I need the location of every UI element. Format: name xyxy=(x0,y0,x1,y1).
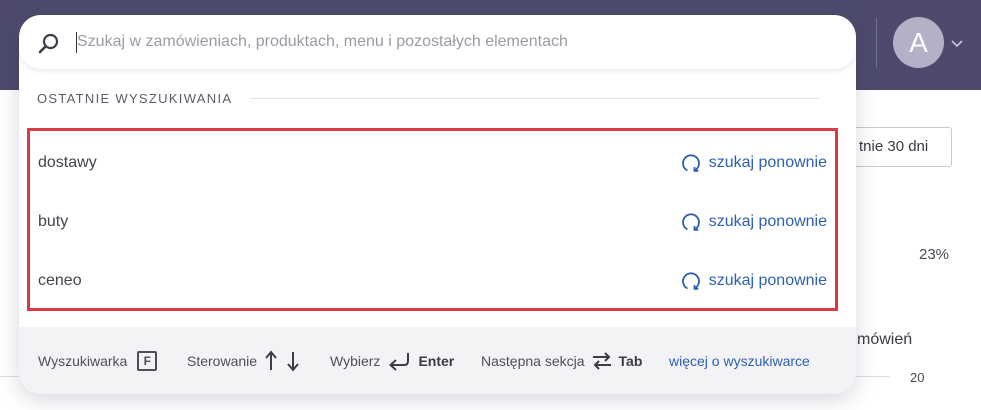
search-again-label: szukaj ponownie xyxy=(708,153,827,171)
recent-search-term[interactable]: dostawy xyxy=(38,154,97,172)
date-range-label: tnie 30 dni xyxy=(859,138,929,155)
chart-axis-tick: 20 xyxy=(910,370,925,385)
chevron-down-icon[interactable] xyxy=(950,36,964,54)
recent-search-term[interactable]: ceneo xyxy=(38,272,82,290)
refresh-icon xyxy=(681,153,700,172)
search-footer: Wyszukiwarka F Sterowanie Wybierz Enter xyxy=(19,327,856,394)
shortcut-label: Sterowanie xyxy=(187,352,258,369)
list-item[interactable]: buty szukaj ponownie xyxy=(30,192,835,251)
list-item[interactable]: dostawy szukaj ponownie xyxy=(30,133,835,192)
shortcut-search-engine: Wyszukiwarka F xyxy=(38,327,158,394)
search-dropdown: OSTATNIE WYSZUKIWANIA dostawy szukaj pon… xyxy=(19,15,856,394)
tab-key-icon xyxy=(591,350,613,372)
more-about-search-link[interactable]: więcej o wyszukiwarce xyxy=(669,353,810,369)
section-divider xyxy=(250,97,819,99)
list-item[interactable]: ceneo szukaj ponownie xyxy=(30,251,835,310)
search-input[interactable] xyxy=(77,27,817,57)
f-key-icon: F xyxy=(137,350,158,371)
avatar-initial: A xyxy=(909,26,928,58)
arrow-up-down-icon xyxy=(263,349,303,373)
shortcut-next-section: Następna sekcja Tab xyxy=(481,327,642,394)
shortcut-label: Wyszukiwarka xyxy=(38,352,128,369)
user-avatar[interactable]: A xyxy=(893,17,944,68)
shortcut-key: Enter xyxy=(418,352,455,369)
shortcut-select: Wybierz Enter xyxy=(330,327,454,394)
shortcut-key: Tab xyxy=(618,352,643,369)
search-again-button[interactable]: szukaj ponownie xyxy=(681,212,827,232)
search-icon xyxy=(37,32,61,61)
refresh-icon xyxy=(681,212,700,231)
recent-searches-header: OSTATNIE WYSZUKIWANIA xyxy=(37,89,819,107)
search-bar[interactable] xyxy=(19,15,856,69)
search-again-label: szukaj ponownie xyxy=(708,212,827,230)
refresh-icon xyxy=(681,271,700,290)
recent-searches-list: dostawy szukaj ponownie buty szukaj pono… xyxy=(27,128,838,311)
enter-key-icon xyxy=(386,350,412,372)
more-about-search-link-wrapper: więcej o wyszukiwarce xyxy=(669,327,810,394)
search-again-label: szukaj ponownie xyxy=(708,271,827,289)
stat-percent: 23% xyxy=(919,246,950,263)
recent-searches-title: OSTATNIE WYSZUKIWANIA xyxy=(37,90,233,106)
orders-label: mówień xyxy=(857,331,913,348)
shortcut-navigation: Sterowanie xyxy=(187,327,303,394)
shortcut-label: Następna sekcja xyxy=(481,352,585,369)
search-again-button[interactable]: szukaj ponownie xyxy=(681,153,827,173)
topbar-divider xyxy=(876,18,877,68)
recent-search-term[interactable]: buty xyxy=(38,213,68,231)
search-again-button[interactable]: szukaj ponownie xyxy=(681,271,827,291)
shortcut-label: Wybierz xyxy=(330,352,381,369)
